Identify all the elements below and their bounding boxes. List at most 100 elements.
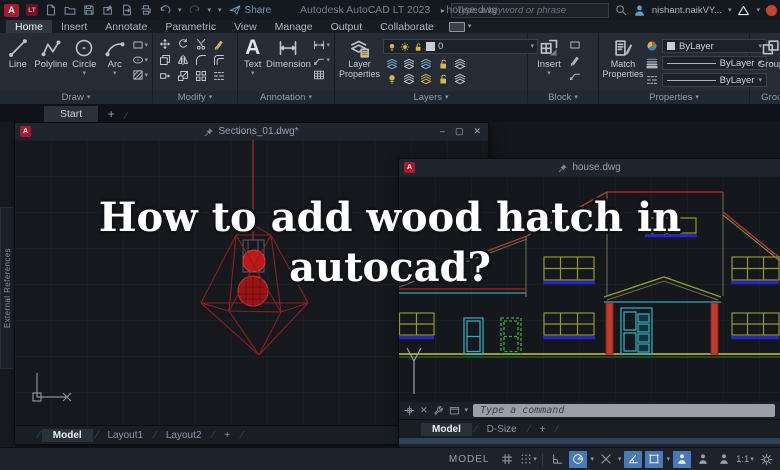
rotate-tool-icon[interactable] [177, 38, 189, 50]
move-tool-icon[interactable] [159, 38, 171, 50]
start-tab[interactable]: Start [44, 106, 99, 122]
tab-view[interactable]: View [225, 20, 266, 33]
layer-unlock-tool-icon[interactable] [437, 73, 449, 85]
block-panel-label[interactable]: Block ▾ [528, 91, 598, 104]
print-icon[interactable] [140, 4, 152, 16]
mirror-tool-icon[interactable] [177, 54, 189, 66]
undo-caret-icon[interactable]: ▾ [178, 7, 182, 14]
layer-properties-tool[interactable]: Layer Properties [339, 36, 380, 80]
new-drawing-tab-button[interactable]: + [98, 106, 124, 122]
autodesk-logo-icon[interactable] [737, 4, 750, 17]
layer-match-icon[interactable] [403, 73, 415, 85]
arc-caret-icon[interactable]: ▾ [113, 70, 117, 77]
command-grip-icon[interactable] [404, 405, 415, 416]
house-window-titlebar[interactable]: A house.dwg [399, 159, 780, 176]
recent-commands-icon[interactable] [449, 405, 460, 416]
erase-tool-icon[interactable] [213, 38, 225, 50]
text-tool[interactable]: A Text ▾ [242, 36, 263, 77]
command-close-icon[interactable]: ✕ [420, 405, 428, 416]
new-file-icon[interactable] [45, 4, 57, 16]
undo-icon[interactable] [159, 4, 171, 16]
tab-parametric[interactable]: Parametric [156, 20, 225, 33]
user-menu-caret-icon[interactable]: ▾ [728, 7, 732, 14]
array-tool-icon[interactable] [195, 70, 207, 82]
close-button[interactable]: ✕ [473, 126, 481, 137]
layers-panel-label[interactable]: Layers ▾ [335, 91, 527, 104]
rectangle-tool[interactable]: ▾ [132, 39, 148, 51]
annotation-panel-label[interactable]: Annotation ▾ [238, 91, 334, 104]
table-tool[interactable] [313, 69, 330, 81]
redo-icon[interactable] [189, 4, 201, 16]
circle-caret-icon[interactable]: ▾ [82, 70, 86, 77]
insert-caret-icon[interactable]: ▾ [547, 70, 551, 77]
tab-annotate[interactable]: Annotate [96, 20, 156, 33]
save-icon[interactable] [83, 4, 95, 16]
minimize-button[interactable]: – [440, 126, 445, 137]
properties-panel-label[interactable]: Properties ▾ [599, 91, 749, 104]
scale-tool-icon[interactable] [177, 70, 189, 82]
dimension-tool[interactable]: Dimension [266, 36, 311, 70]
layer-freeze-icon[interactable] [420, 58, 432, 70]
osnap-caret-icon[interactable]: ▾ [666, 456, 670, 463]
signed-in-user[interactable]: nishant.naikVY... [652, 5, 722, 16]
grid-toggle[interactable] [498, 451, 516, 468]
sections-tab-model[interactable]: Model [41, 428, 93, 442]
recent-commands-caret-icon[interactable]: ▾ [465, 407, 469, 414]
define-attributes-tool[interactable] [569, 69, 581, 81]
annotation-visibility-toggle[interactable] [673, 450, 691, 468]
group-tool[interactable]: Group [754, 36, 780, 70]
search-icon[interactable] [615, 4, 627, 16]
stretch-tool-icon[interactable] [159, 70, 171, 82]
layer-off-icon[interactable] [454, 58, 466, 70]
tab-home[interactable]: Home [6, 20, 53, 33]
maximize-button[interactable]: ▢ [455, 126, 464, 137]
circle-tool[interactable]: Circle ▾ [71, 36, 99, 77]
explode-tool-icon[interactable] [213, 70, 225, 82]
command-customize-wrench-icon[interactable] [433, 405, 444, 416]
isodraft-toggle[interactable] [624, 450, 643, 468]
draw-panel-label[interactable]: Draw ▾ [0, 91, 152, 104]
open-file-icon[interactable] [64, 4, 76, 16]
tab-insert[interactable]: Insert [52, 20, 96, 33]
house-tab-dsize[interactable]: D-Size [479, 423, 525, 436]
save-as-icon[interactable] [102, 4, 114, 16]
snap-toggle[interactable]: ▾ [519, 451, 537, 468]
polar-caret-icon[interactable]: ▾ [590, 456, 594, 463]
house-model-canvas[interactable] [399, 176, 780, 402]
house-tab-model[interactable]: Model [421, 422, 472, 436]
layer-dropdown[interactable]: 0 ▾ [383, 39, 539, 54]
annotation-scale-icon[interactable] [715, 451, 733, 468]
match-properties-tool[interactable]: Match Properties [603, 36, 644, 80]
create-block-tool[interactable] [569, 39, 581, 51]
groups-panel-label[interactable]: Groups▾ [750, 91, 780, 104]
layer-unisolate-icon[interactable] [403, 58, 415, 70]
sections-new-layout-button[interactable]: + [216, 429, 238, 442]
house-new-layout-button[interactable]: + [531, 423, 553, 436]
customization-gear-button[interactable] [757, 451, 775, 468]
text-caret-icon[interactable]: ▾ [251, 70, 255, 77]
ribbon-display-toggle[interactable]: ▾ [448, 20, 471, 33]
copy-tool-icon[interactable] [159, 54, 171, 66]
tab-collaborate[interactable]: Collaborate [371, 20, 443, 33]
hatch-tool[interactable]: ▾ [132, 69, 148, 81]
insert-block-tool[interactable]: Insert ▾ [532, 36, 566, 77]
external-references-palette-tab[interactable]: External References [0, 207, 15, 369]
edit-attributes-tool[interactable] [569, 54, 581, 66]
sections-tab-layout1[interactable]: Layout1 [99, 429, 151, 442]
linetype-icon[interactable] [646, 74, 658, 86]
annotation-scale-value[interactable]: 1:1 ▾ [736, 451, 754, 468]
dynamic-input-toggle[interactable] [548, 451, 566, 468]
modify-panel-label[interactable]: Modify ▾ [153, 91, 237, 104]
polyline-tool[interactable]: Polyline [34, 36, 68, 70]
offset-tool-icon[interactable] [213, 54, 225, 66]
arc-tool[interactable]: Arc ▾ [101, 36, 129, 77]
redo-caret-icon[interactable]: ▾ [208, 7, 212, 14]
polar-tracking-toggle[interactable] [569, 450, 588, 468]
color-wheel-icon[interactable] [646, 40, 658, 52]
export-icon[interactable] [121, 4, 133, 16]
share-button[interactable]: Share [229, 4, 271, 16]
leader-tool[interactable]: ▾ [313, 54, 330, 66]
lineweight-icon[interactable] [646, 57, 658, 69]
object-snap-tracking-toggle[interactable] [597, 451, 615, 468]
user-avatar-icon[interactable] [633, 4, 646, 17]
